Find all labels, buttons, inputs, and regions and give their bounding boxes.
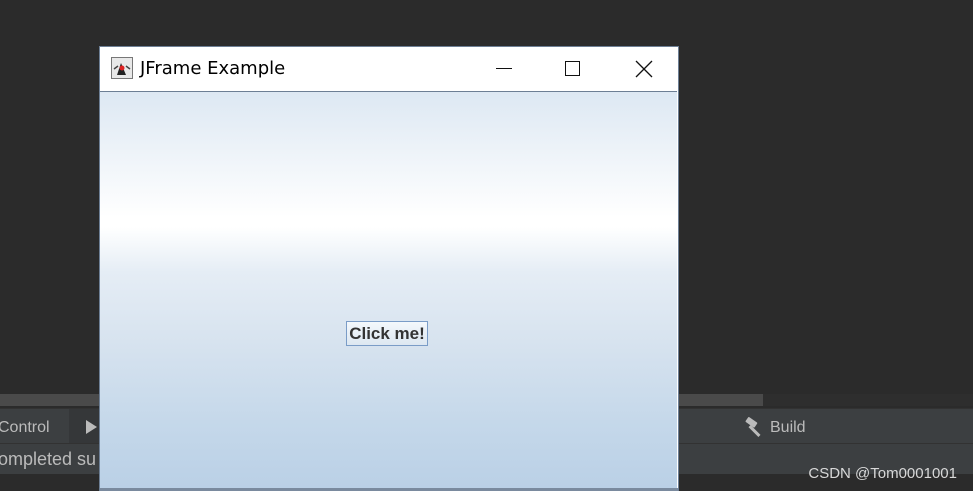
tool-tab-build-label: Build xyxy=(770,419,806,436)
minimize-icon xyxy=(496,68,512,69)
tool-tab-control-label: Control xyxy=(0,419,50,436)
click-me-button[interactable]: Click me! xyxy=(346,321,428,346)
maximize-button[interactable] xyxy=(538,47,608,91)
close-button[interactable] xyxy=(608,47,678,91)
window-titlebar[interactable]: JFrame Example xyxy=(100,47,678,91)
horizontal-scrollbar-track[interactable] xyxy=(763,394,973,406)
close-icon xyxy=(635,60,653,78)
java-duke-icon xyxy=(111,57,133,79)
jframe-window: JFrame Example Click me! xyxy=(100,47,678,491)
watermark-text: CSDN @Tom0001001 xyxy=(808,465,957,482)
minimize-button[interactable] xyxy=(469,47,539,91)
status-message: ompleted su xyxy=(0,449,97,469)
tool-tab-control[interactable]: Control xyxy=(0,409,64,443)
hammer-icon xyxy=(745,417,761,437)
run-icon xyxy=(86,420,97,434)
content-pane: Click me! xyxy=(100,91,677,489)
window-title: JFrame Example xyxy=(140,58,286,79)
maximize-icon xyxy=(565,61,580,76)
